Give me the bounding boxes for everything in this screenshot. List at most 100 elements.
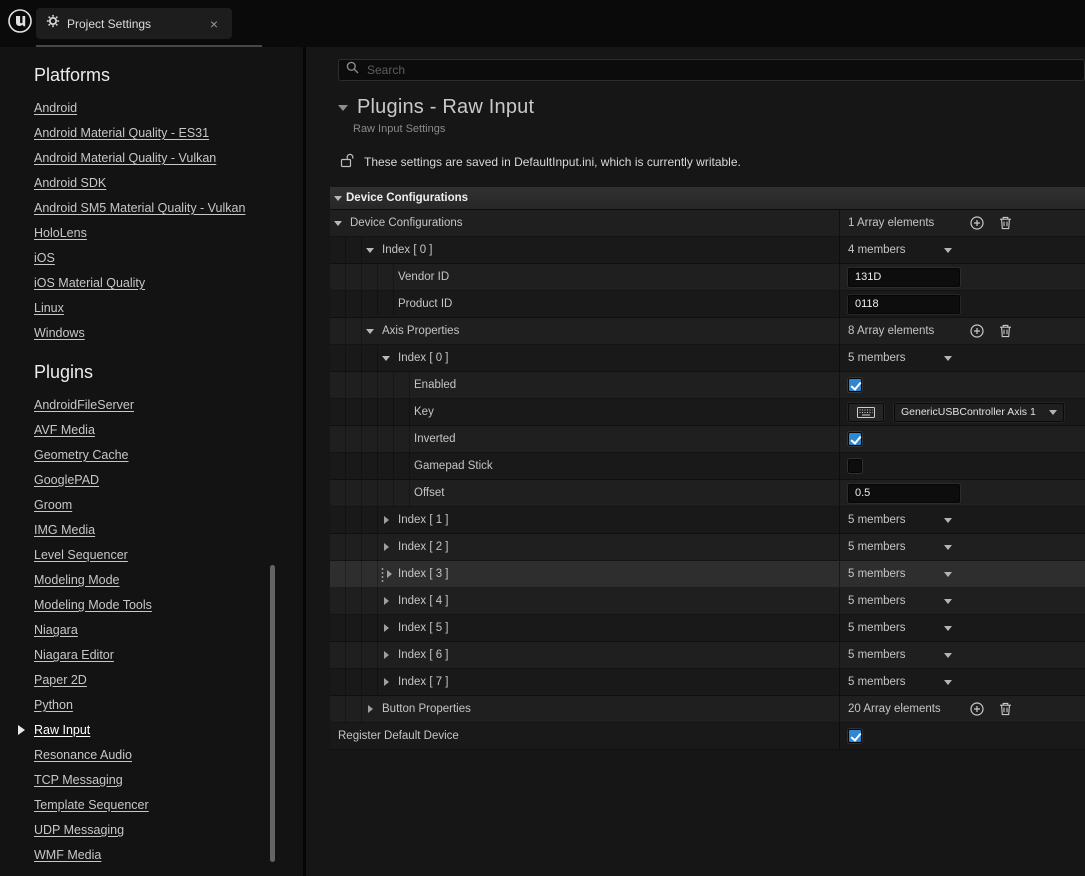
sidebar-item-android-mq-es31[interactable]: Android Material Quality - ES31 — [34, 121, 303, 146]
sidebar-item-raw-input[interactable]: Raw Input — [34, 718, 303, 743]
members-dropdown[interactable]: 5 members — [848, 352, 958, 364]
property-label: Offset — [410, 487, 444, 499]
expander-right-icon[interactable] — [378, 516, 394, 524]
sidebar-item-level-sequencer[interactable]: Level Sequencer — [34, 543, 303, 568]
tab-project-settings[interactable]: Project Settings × — [36, 8, 232, 39]
title-collapse-icon[interactable] — [338, 105, 348, 111]
chevron-down-icon — [944, 653, 952, 658]
page-subtitle: Raw Input Settings — [353, 123, 1085, 135]
property-label: Inverted — [410, 433, 456, 445]
platforms-list: Android Android Material Quality - ES31 … — [34, 96, 303, 346]
expander-down-icon[interactable] — [330, 221, 346, 226]
property-label: Index [ 5 ] — [394, 622, 449, 634]
add-element-icon[interactable] — [968, 214, 986, 232]
close-icon[interactable]: × — [206, 15, 222, 33]
property-label: Index [ 0 ] — [378, 244, 433, 256]
sidebar-item-img-media[interactable]: IMG Media — [34, 518, 303, 543]
expander-right-icon[interactable] — [378, 678, 394, 686]
expander-right-icon[interactable] — [362, 705, 378, 713]
inverted-checkbox[interactable] — [848, 432, 862, 446]
vendor-id-input[interactable] — [848, 268, 960, 287]
property-label: Product ID — [394, 298, 452, 310]
expander-right-icon[interactable] — [378, 567, 394, 582]
expander-down-icon[interactable] — [378, 356, 394, 361]
sidebar-item-geometry-cache[interactable]: Geometry Cache — [34, 443, 303, 468]
sidebar-item-hololens[interactable]: HoloLens — [34, 221, 303, 246]
sidebar-item-googlepad[interactable]: GooglePAD — [34, 468, 303, 493]
category-label: Device Configurations — [346, 192, 468, 204]
config-file-notice-text: These settings are saved in DefaultInput… — [364, 155, 741, 169]
category-expander-icon[interactable] — [330, 196, 346, 201]
sidebar-item-python[interactable]: Python — [34, 693, 303, 718]
expander-right-icon[interactable] — [378, 651, 394, 659]
sidebar-item-modeling-mode[interactable]: Modeling Mode — [34, 568, 303, 593]
sidebar-item-modeling-mode-tools[interactable]: Modeling Mode Tools — [34, 593, 303, 618]
config-file-notice: These settings are saved in DefaultInput… — [340, 153, 1085, 171]
sidebar-item-avf-media[interactable]: AVF Media — [34, 418, 303, 443]
array-count: 20 Array elements — [848, 703, 958, 715]
sidebar-item-niagara[interactable]: Niagara — [34, 618, 303, 643]
chevron-down-icon — [944, 248, 952, 253]
offset-input[interactable] — [848, 484, 960, 503]
members-dropdown[interactable]: 5 members — [848, 649, 958, 661]
sidebar-item-windows[interactable]: Windows — [34, 321, 303, 346]
category-header-device-configurations[interactable]: Device Configurations — [330, 187, 1085, 210]
unlocked-padlock-icon — [340, 153, 354, 171]
sidebar-item-wmf-media[interactable]: WMF Media — [34, 843, 303, 868]
members-dropdown[interactable]: 5 members — [848, 595, 958, 607]
sidebar-item-android-sm5[interactable]: Android SM5 Material Quality - Vulkan — [34, 196, 303, 221]
property-label: Key — [410, 406, 434, 418]
sidebar-item-ios[interactable]: iOS — [34, 246, 303, 271]
sidebar-item-resonance-audio[interactable]: Resonance Audio — [34, 743, 303, 768]
expander-down-icon[interactable] — [362, 329, 378, 334]
members-dropdown[interactable]: 5 members — [848, 514, 958, 526]
sidebar-item-android-sdk[interactable]: Android SDK — [34, 171, 303, 196]
product-id-input[interactable] — [848, 295, 960, 314]
sidebar-item-ios-mq[interactable]: iOS Material Quality — [34, 271, 303, 296]
row-axis-index-0: Index [ 0 ] 5 members — [330, 345, 1085, 372]
members-dropdown[interactable]: 5 members — [848, 676, 958, 688]
property-label: Device Configurations — [346, 217, 463, 229]
expander-right-icon[interactable] — [378, 543, 394, 551]
row-axis-index-3: Index [ 3 ] 5 members — [330, 561, 1085, 588]
expander-right-icon[interactable] — [378, 624, 394, 632]
row-axis-properties: Axis Properties 8 Array elements — [330, 318, 1085, 345]
drag-handle-icon[interactable] — [380, 567, 385, 582]
search-bar[interactable] — [338, 59, 1085, 81]
sidebar-item-niagara-editor[interactable]: Niagara Editor — [34, 643, 303, 668]
sidebar-item-template-sequencer[interactable]: Template Sequencer — [34, 793, 303, 818]
sidebar-item-paper-2d[interactable]: Paper 2D — [34, 668, 303, 693]
sidebar-item-linux[interactable]: Linux — [34, 296, 303, 321]
register-default-device-checkbox[interactable] — [848, 729, 862, 743]
keyboard-icon — [857, 407, 875, 418]
search-input[interactable] — [365, 62, 1077, 78]
enabled-checkbox[interactable] — [848, 378, 862, 392]
add-element-icon[interactable] — [968, 700, 986, 718]
key-select-dropdown[interactable]: GenericUSBController Axis 1 — [894, 403, 1064, 422]
members-dropdown[interactable]: 5 members — [848, 568, 958, 580]
sidebar-item-androidfileserver[interactable]: AndroidFileServer — [34, 393, 303, 418]
row-axis-index-7: Index [ 7 ] 5 members — [330, 669, 1085, 696]
sidebar-item-tcp-messaging[interactable]: TCP Messaging — [34, 768, 303, 793]
expander-down-icon[interactable] — [362, 248, 378, 253]
expander-right-icon[interactable] — [378, 597, 394, 605]
add-element-icon[interactable] — [968, 322, 986, 340]
gamepad-stick-checkbox[interactable] — [848, 459, 862, 473]
sidebar-scrollbar-thumb[interactable] — [270, 565, 275, 862]
sidebar-item-udp-messaging[interactable]: UDP Messaging — [34, 818, 303, 843]
project-settings-icon — [46, 14, 60, 33]
property-label: Register Default Device — [330, 730, 459, 742]
members-dropdown[interactable]: 5 members — [848, 622, 958, 634]
row-register-default-device: Register Default Device — [330, 723, 1085, 750]
keyboard-capture-button[interactable] — [848, 403, 884, 422]
members-dropdown[interactable]: 4 members — [848, 244, 958, 256]
sidebar-item-android-mq-vulkan[interactable]: Android Material Quality - Vulkan — [34, 146, 303, 171]
sidebar-item-android[interactable]: Android — [34, 96, 303, 121]
sidebar-item-groom[interactable]: Groom — [34, 493, 303, 518]
settings-sidebar: Platforms Android Android Material Quali… — [0, 47, 306, 876]
delete-elements-icon[interactable] — [996, 214, 1014, 232]
property-label: Enabled — [410, 379, 456, 391]
delete-elements-icon[interactable] — [996, 700, 1014, 718]
members-dropdown[interactable]: 5 members — [848, 541, 958, 553]
delete-elements-icon[interactable] — [996, 322, 1014, 340]
